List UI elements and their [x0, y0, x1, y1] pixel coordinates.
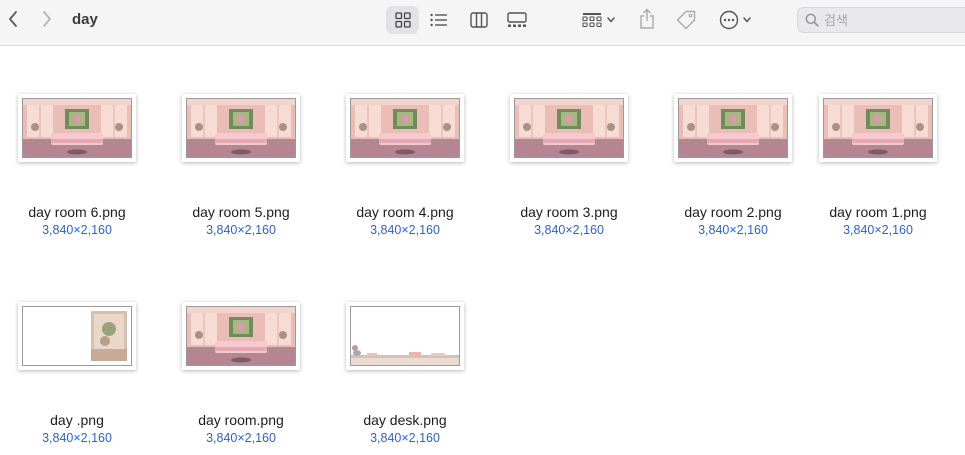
- view-as-icons-button[interactable]: [386, 6, 419, 34]
- image-preview: [23, 99, 131, 157]
- file-item[interactable]: day desk.png 3,840×2,160: [328, 254, 492, 454]
- file-thumbnail[interactable]: [346, 302, 464, 370]
- share-button[interactable]: [636, 4, 658, 34]
- columns-icon: [470, 12, 488, 28]
- file-name: day desk.png: [363, 412, 447, 428]
- ellipsis-circle-icon: [719, 10, 738, 30]
- more-actions-button[interactable]: [714, 6, 756, 34]
- group-grid-icon: [582, 13, 602, 28]
- file-name: day room 1.png: [829, 204, 927, 220]
- file-item[interactable]: day room 2.png 3,840×2,160: [656, 46, 820, 246]
- view-as-list-button[interactable]: [426, 6, 452, 34]
- image-preview: [187, 307, 295, 365]
- file-name: day room.png: [198, 412, 284, 428]
- chevron-down-icon: [607, 17, 615, 23]
- image-preview: [187, 99, 295, 157]
- view-as-columns-button[interactable]: [466, 6, 492, 34]
- file-item[interactable]: day room.png 3,840×2,160: [164, 254, 328, 454]
- file-item[interactable]: day room 4.png 3,840×2,160: [328, 46, 492, 246]
- group-by-button[interactable]: [578, 6, 620, 34]
- file-name: day room 3.png: [520, 204, 618, 220]
- chevron-left-icon: [9, 11, 17, 27]
- tag-button[interactable]: [673, 6, 699, 34]
- search-field[interactable]: [797, 7, 965, 33]
- image-preview: [515, 99, 623, 157]
- file-dimensions: 3,840×2,160: [370, 431, 440, 445]
- file-dimensions: 3,840×2,160: [206, 431, 276, 445]
- file-thumbnail[interactable]: [18, 94, 136, 162]
- icon-grid-icon: [394, 12, 411, 28]
- file-thumbnail[interactable]: [819, 94, 937, 162]
- file-name: day room 6.png: [28, 204, 126, 220]
- file-dimensions: 3,840×2,160: [534, 223, 604, 237]
- file-thumbnail[interactable]: [674, 94, 792, 162]
- file-item[interactable]: day .png 3,840×2,160: [0, 254, 164, 454]
- view-as-gallery-button[interactable]: [503, 6, 531, 34]
- image-preview: [824, 99, 932, 157]
- image-preview: [351, 307, 459, 365]
- file-name: day room 2.png: [684, 204, 782, 220]
- file-item[interactable]: day room 3.png 3,840×2,160: [492, 46, 656, 246]
- file-dimensions: 3,840×2,160: [42, 431, 112, 445]
- image-preview: [351, 99, 459, 157]
- file-name: day .png: [50, 412, 104, 428]
- file-item[interactable]: day room 5.png 3,840×2,160: [164, 46, 328, 246]
- search-input[interactable]: [824, 12, 954, 28]
- file-dimensions: 3,840×2,160: [42, 223, 112, 237]
- chevron-right-icon: [43, 11, 51, 27]
- tag-icon: [676, 10, 696, 30]
- file-item[interactable]: day room 6.png 3,840×2,160: [0, 46, 164, 246]
- file-dimensions: 3,840×2,160: [206, 223, 276, 237]
- toolbar: day: [0, 0, 965, 46]
- file-thumbnail[interactable]: [510, 94, 628, 162]
- file-thumbnail[interactable]: [182, 302, 300, 370]
- share-icon: [640, 8, 654, 29]
- forward-button[interactable]: [36, 8, 58, 30]
- file-item[interactable]: day room 1.png 3,840×2,160: [801, 46, 965, 246]
- file-dimensions: 3,840×2,160: [698, 223, 768, 237]
- image-preview: [23, 307, 131, 365]
- magnifier-icon: [805, 13, 819, 27]
- file-grid: day room 6.png 3,840×2,160 day room 5.pn…: [0, 46, 965, 455]
- file-thumbnail[interactable]: [18, 302, 136, 370]
- list-icon: [430, 13, 447, 27]
- file-dimensions: 3,840×2,160: [843, 223, 913, 237]
- image-preview: [679, 99, 787, 157]
- chevron-down-icon: [742, 17, 751, 23]
- file-name: day room 5.png: [192, 204, 290, 220]
- file-dimensions: 3,840×2,160: [370, 223, 440, 237]
- file-name: day room 4.png: [356, 204, 454, 220]
- file-thumbnail[interactable]: [182, 94, 300, 162]
- window-title: day: [72, 11, 98, 28]
- file-thumbnail[interactable]: [346, 94, 464, 162]
- back-button[interactable]: [2, 8, 24, 30]
- gallery-icon: [507, 12, 527, 27]
